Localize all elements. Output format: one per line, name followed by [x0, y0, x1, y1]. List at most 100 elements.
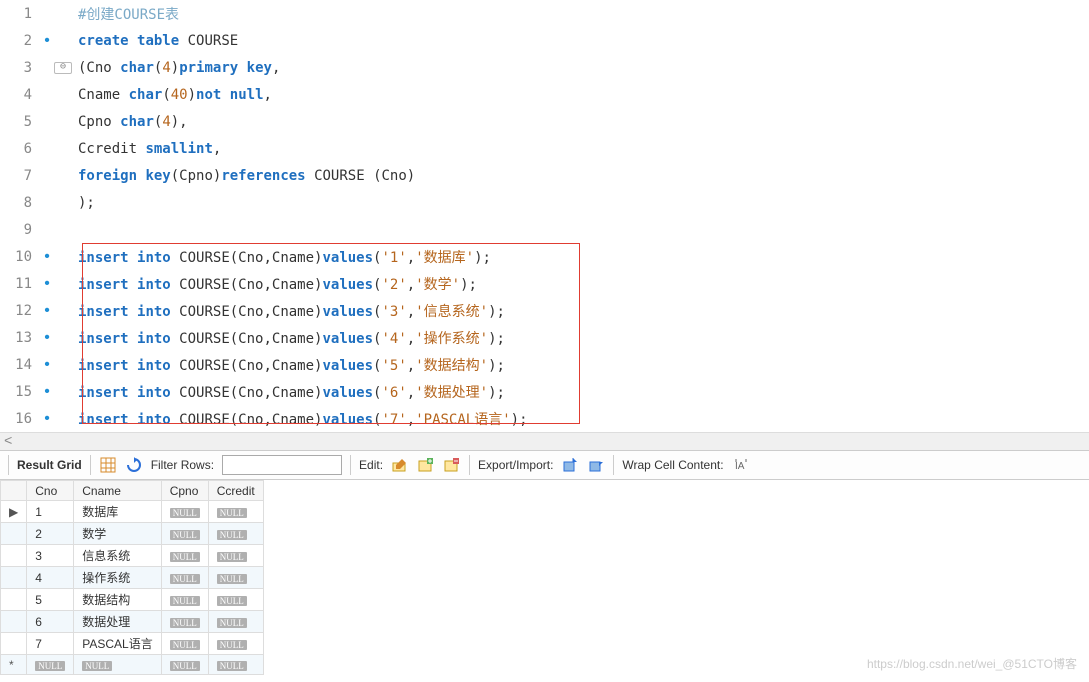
cell[interactable]: 2 [27, 523, 74, 545]
code-line[interactable]: 8); [0, 189, 1089, 216]
cell[interactable]: NULL [208, 523, 263, 545]
code-text[interactable]: (Cno char(4)primary key, [78, 60, 280, 76]
code-text[interactable]: foreign key(Cpno)references COURSE (Cno) [78, 168, 415, 184]
code-line[interactable]: 3 ⊖ (Cno char(4)primary key, [0, 54, 1089, 81]
cell[interactable]: 1 [27, 501, 74, 523]
row-marker [1, 545, 27, 567]
cell[interactable]: NULL [161, 545, 208, 567]
table-row[interactable]: 2数学NULLNULL [1, 523, 264, 545]
code-line[interactable]: 6Ccredit smallint, [0, 135, 1089, 162]
null-badge: NULL [35, 661, 65, 671]
cell[interactable]: 数据处理 [74, 611, 161, 633]
edit-row-icon[interactable] [391, 456, 409, 474]
cell[interactable]: NULL [208, 611, 263, 633]
code-line[interactable]: 2•create table COURSE [0, 27, 1089, 54]
code-text[interactable] [78, 222, 86, 238]
cell[interactable]: 数据库 [74, 501, 161, 523]
cell[interactable]: NULL [161, 611, 208, 633]
cell[interactable]: NULL [161, 589, 208, 611]
code-text[interactable]: Cname char(40)not null, [78, 87, 272, 103]
line-number: 8 [0, 195, 40, 211]
cell[interactable]: NULL [208, 501, 263, 523]
cell[interactable]: 数据结构 [74, 589, 161, 611]
cell[interactable]: NULL [208, 545, 263, 567]
cell[interactable]: NULL [208, 567, 263, 589]
column-header[interactable]: Cname [74, 481, 161, 501]
wrap-cell-label: Wrap Cell Content: [622, 458, 723, 472]
code-line[interactable]: 9 [0, 216, 1089, 243]
cell[interactable]: 操作系统 [74, 567, 161, 589]
cell[interactable]: 7 [27, 633, 74, 655]
null-badge: NULL [217, 508, 247, 518]
line-number: 16 [0, 411, 40, 427]
cell[interactable]: 4 [27, 567, 74, 589]
column-header[interactable]: Ccredit [208, 481, 263, 501]
null-badge: NULL [217, 552, 247, 562]
line-number: 14 [0, 357, 40, 373]
cell[interactable]: PASCAL语言 [74, 633, 161, 655]
cell[interactable]: 6 [27, 611, 74, 633]
grid-view-icon[interactable] [99, 456, 117, 474]
null-badge: NULL [170, 574, 200, 584]
cell[interactable]: NULL [208, 633, 263, 655]
cell[interactable]: NULL [208, 589, 263, 611]
refresh-icon[interactable] [125, 456, 143, 474]
cell[interactable]: NULL [27, 655, 74, 675]
export-import-label: Export/Import: [478, 458, 553, 472]
cell[interactable]: NULL [161, 633, 208, 655]
fold-icon[interactable]: ⊖ [54, 62, 72, 74]
row-marker [1, 523, 27, 545]
horizontal-scrollbar[interactable]: < [0, 432, 1089, 450]
cell[interactable]: 3 [27, 545, 74, 567]
scroll-left-icon[interactable]: < [4, 434, 12, 450]
wrap-cell-icon[interactable]: IA [732, 456, 750, 474]
delete-row-icon[interactable] [443, 456, 461, 474]
result-grid[interactable]: CnoCnameCpnoCcredit▶1数据库NULLNULL2数学NULLN… [0, 480, 1089, 675]
code-text[interactable]: #创建COURSE表 [78, 4, 179, 24]
cell[interactable]: NULL [208, 655, 263, 675]
cell[interactable]: 数学 [74, 523, 161, 545]
table-row[interactable]: 5数据结构 NULL NULL [1, 589, 264, 611]
null-badge: NULL [217, 618, 247, 628]
row-marker: ▶ [1, 501, 27, 523]
import-icon[interactable] [587, 456, 605, 474]
filter-rows-label: Filter Rows: [151, 458, 214, 472]
cell[interactable]: 5 [27, 589, 74, 611]
code-text[interactable]: ); [78, 195, 95, 211]
code-line[interactable]: 5Cpno char(4), [0, 108, 1089, 135]
line-number: 3 [0, 60, 40, 76]
cell[interactable]: NULL [161, 501, 208, 523]
code-text[interactable]: Ccredit smallint, [78, 141, 221, 157]
null-badge: NULL [170, 596, 200, 606]
column-header[interactable]: Cpno [161, 481, 208, 501]
cell[interactable]: NULL [161, 567, 208, 589]
filter-rows-input[interactable] [222, 455, 342, 475]
code-line[interactable]: 7foreign key(Cpno)references COURSE (Cno… [0, 162, 1089, 189]
line-number: 9 [0, 222, 40, 238]
cell[interactable]: NULL [161, 523, 208, 545]
table-row[interactable]: 4操作系统 NULL NULL [1, 567, 264, 589]
column-header[interactable]: Cno [27, 481, 74, 501]
null-badge: NULL [217, 640, 247, 650]
null-badge: NULL [170, 640, 200, 650]
cell[interactable]: 信息系统 [74, 545, 161, 567]
table-row[interactable]: 3信息系统NULLNULL [1, 545, 264, 567]
export-icon[interactable] [561, 456, 579, 474]
sql-editor[interactable]: 1#创建COURSE表2•create table COURSE 3 ⊖ (Cno c… [0, 0, 1089, 432]
table-row[interactable]: *NULLNULLNULLNULL [1, 655, 264, 675]
code-line[interactable]: 4Cname char(40)not null, [0, 81, 1089, 108]
null-badge: NULL [170, 618, 200, 628]
code-text[interactable]: Cpno char(4), [78, 114, 188, 130]
line-number: 15 [0, 384, 40, 400]
code-text[interactable]: create table COURSE [78, 33, 238, 49]
cell[interactable]: NULL [74, 655, 161, 675]
add-row-icon[interactable] [417, 456, 435, 474]
line-number: 2 [0, 33, 40, 49]
row-marker [1, 589, 27, 611]
cell[interactable]: NULL [161, 655, 208, 675]
table-row[interactable]: 6数据处理 NULL NULL [1, 611, 264, 633]
table-row[interactable]: 7PASCAL语言 NULL NULL [1, 633, 264, 655]
code-line[interactable]: 1#创建COURSE表 [0, 0, 1089, 27]
line-number: 12 [0, 303, 40, 319]
table-row[interactable]: ▶1数据库NULLNULL [1, 501, 264, 523]
